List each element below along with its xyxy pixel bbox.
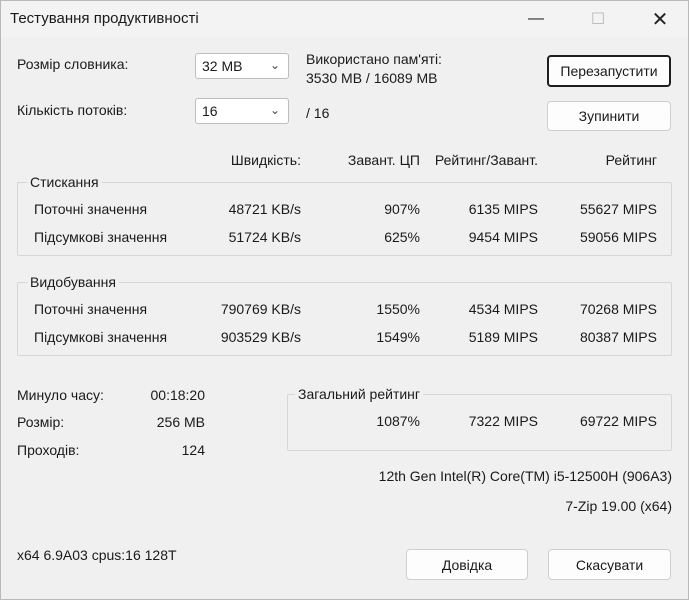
- compression-total-label: Підсумкові значення: [34, 229, 168, 245]
- header-cpu: Завант. ЦП: [347, 152, 420, 168]
- minimize-button[interactable]: —: [513, 1, 559, 37]
- total-rating: 69722 MIPS: [579, 413, 657, 429]
- dict-size-label-text: Розмір словника:: [17, 56, 129, 72]
- chevron-down-icon: ⌄: [269, 103, 280, 117]
- passes-value: 124: [181, 442, 205, 458]
- size-label: Розмір:: [17, 414, 65, 430]
- elapsed-label: Минуло часу:: [17, 387, 104, 403]
- cancel-button[interactable]: Скасувати: [548, 549, 671, 580]
- restart-button[interactable]: Перезапустити: [547, 55, 671, 87]
- dict-size-value: 32 MB: [202, 58, 243, 74]
- decompression-current-cpu: 1550%: [376, 301, 420, 317]
- compression-total-speed: 51724 KB/s: [228, 229, 301, 245]
- compression-total-cpu: 625%: [384, 229, 420, 245]
- passes-label: Проходів:: [17, 442, 80, 458]
- decompression-current-speed: 790769 KB/s: [220, 301, 301, 317]
- compression-current-rating: 55627 MIPS: [579, 201, 657, 217]
- chevron-down-icon: ⌄: [269, 58, 280, 72]
- window-title: Тестування продуктивності: [10, 10, 199, 27]
- size-value: 256 MB: [156, 414, 205, 430]
- compression-current-cpu: 907%: [384, 201, 420, 217]
- stop-button[interactable]: Зупинити: [547, 101, 671, 131]
- dict-size-select[interactable]: 32 MB ⌄: [195, 53, 289, 79]
- dict-size-label: Розмір словника:: [17, 56, 128, 72]
- compression-title: Стискання: [27, 174, 102, 190]
- maximize-icon: ☐: [590, 11, 606, 28]
- minimize-icon: —: [528, 10, 544, 27]
- compression-total-rating-load: 9454 MIPS: [468, 229, 538, 245]
- decompression-current-rating: 70268 MIPS: [579, 301, 657, 317]
- close-button[interactable]: ✕: [637, 1, 683, 37]
- compression-current-rating-load: 6135 MIPS: [468, 201, 538, 217]
- header-rating-load: Рейтинг/Завант.: [434, 152, 538, 168]
- total-rating-title: Загальний рейтинг: [295, 386, 424, 402]
- header-speed: Швидкість:: [230, 152, 301, 168]
- help-button[interactable]: Довідка: [406, 549, 528, 580]
- total-rating-load: 7322 MIPS: [468, 413, 538, 429]
- title-bar: Тестування продуктивності — ☐ ✕: [1, 1, 688, 37]
- threads-value: 16: [202, 103, 218, 119]
- header-rating: Рейтинг: [605, 152, 657, 168]
- decompression-title: Видобування: [27, 274, 119, 290]
- version-info: 7-Zip 19.00 (x64): [565, 498, 672, 514]
- decompression-total-speed: 903529 KB/s: [220, 329, 301, 345]
- decompression-current-label: Поточні значення: [34, 301, 148, 317]
- arch-info: x64 6.9A03 cpus:16 128T: [17, 547, 177, 563]
- decompression-total-label: Підсумкові значення: [34, 329, 168, 345]
- memory-value: 3530 MB / 16089 MB: [306, 70, 438, 86]
- threads-max: / 16: [306, 105, 330, 121]
- compression-total-rating: 59056 MIPS: [579, 229, 657, 245]
- decompression-total-rating: 80387 MIPS: [579, 329, 657, 345]
- threads-label: Кількість потоків:: [17, 102, 128, 118]
- decompression-total-cpu: 1549%: [376, 329, 420, 345]
- decompression-total-rating-load: 5189 MIPS: [468, 329, 538, 345]
- decompression-current-rating-load: 4534 MIPS: [468, 301, 538, 317]
- threads-select[interactable]: 16 ⌄: [195, 98, 289, 124]
- close-icon: ✕: [651, 8, 669, 31]
- memory-label: Використано пам'яті:: [306, 51, 442, 67]
- compression-current-speed: 48721 KB/s: [228, 201, 301, 217]
- cpu-name: 12th Gen Intel(R) Core(TM) i5-12500H (90…: [378, 468, 672, 484]
- total-cpu: 1087%: [376, 413, 420, 429]
- maximize-button: ☐: [575, 1, 621, 37]
- compression-current-label: Поточні значення: [34, 201, 148, 217]
- elapsed-value: 00:18:20: [150, 387, 206, 403]
- benchmark-window: Тестування продуктивності — ☐ ✕ Розмір с…: [0, 0, 689, 600]
